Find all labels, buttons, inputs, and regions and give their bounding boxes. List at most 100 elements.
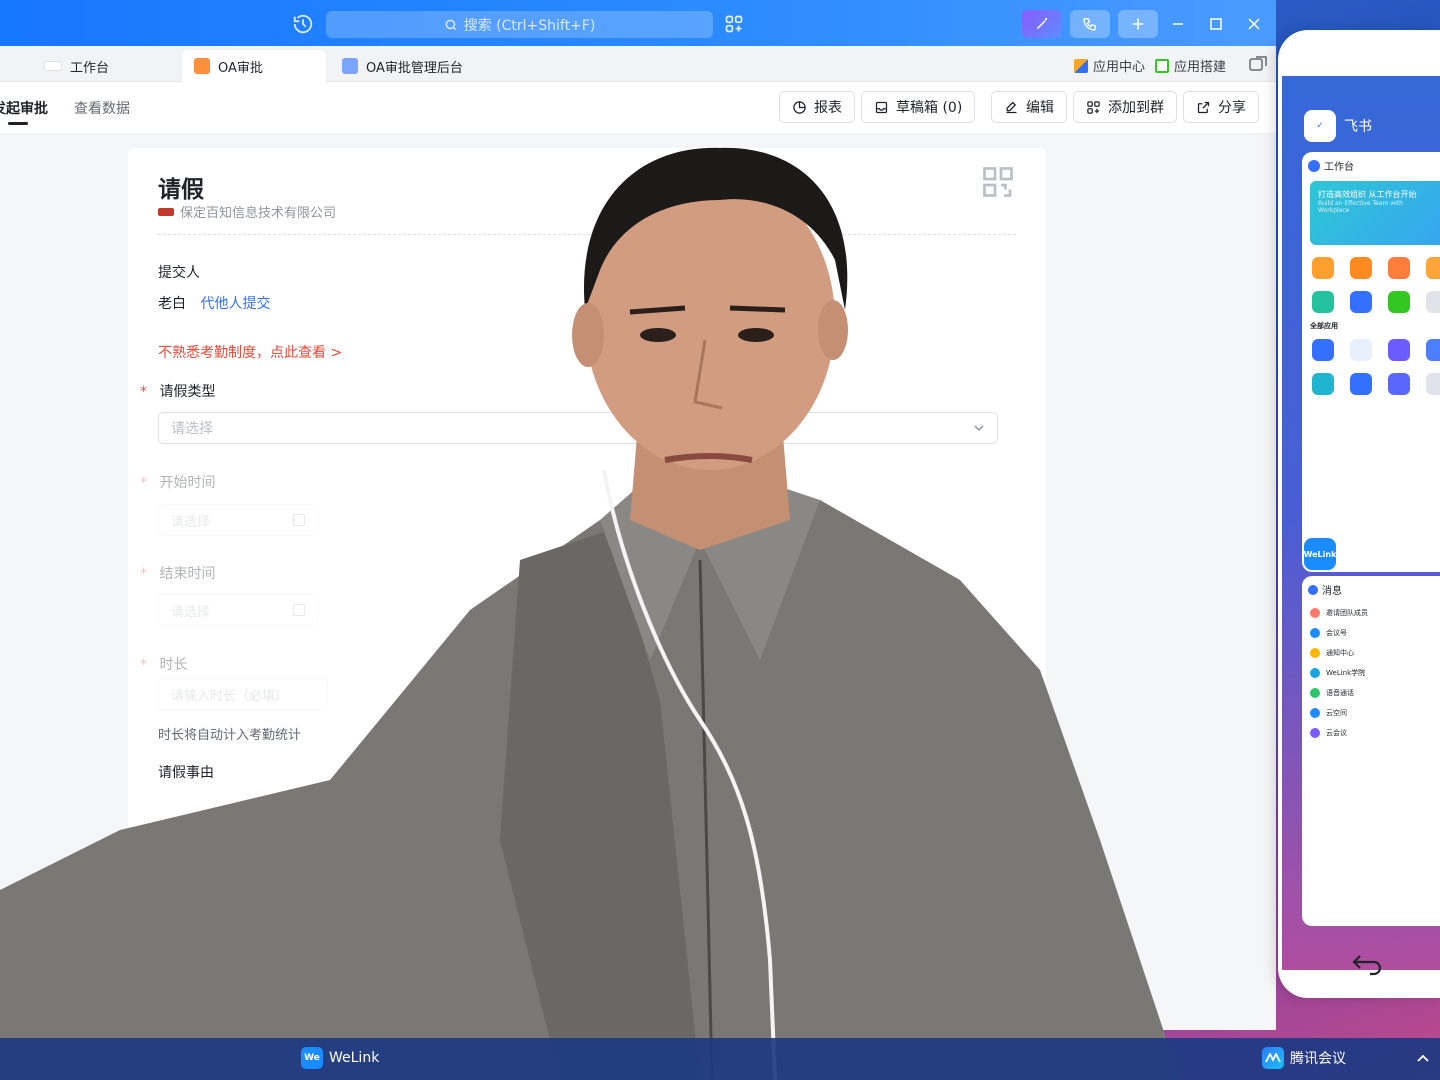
message-avatar bbox=[1310, 688, 1320, 698]
tab-oa-admin[interactable]: OA审批管理后台 bbox=[330, 50, 475, 82]
welink-app-name: WeLink bbox=[1344, 546, 1395, 562]
ai-assistant-button[interactable] bbox=[1022, 10, 1062, 38]
feishu-banner-subtext: Build an Effective Team with Workplace bbox=[1318, 200, 1403, 214]
duration-placeholder: 请输入时长（必填） bbox=[171, 688, 289, 704]
attendance-policy-link[interactable]: 不熟悉考勤制度，点此查看 > bbox=[158, 342, 342, 362]
user-avatar bbox=[1308, 159, 1320, 172]
drafts-label: 草稿箱 (0) bbox=[896, 100, 963, 116]
welink-logo-icon: WeLink bbox=[1304, 538, 1336, 570]
end-time-label-row: * 结束时间 bbox=[140, 563, 215, 583]
app-center-label: 应用中心 bbox=[1093, 60, 1146, 75]
taskbar-welink[interactable]: We WeLink bbox=[301, 1047, 379, 1069]
app-icon bbox=[1312, 257, 1334, 279]
app-icon bbox=[1350, 257, 1372, 279]
tab-workbench[interactable]: 工作台 bbox=[32, 50, 121, 82]
leave-type-select[interactable]: 请选择 bbox=[158, 412, 998, 444]
app-icon bbox=[1388, 373, 1410, 395]
tab-label: OA审批管理后台 bbox=[366, 60, 463, 76]
feishu-banner-text: 打造高效组织 从工作台开始 bbox=[1318, 190, 1417, 199]
global-search-input[interactable]: 搜索 (Ctrl+Shift+F) bbox=[326, 11, 713, 38]
apps-grid-icon[interactable] bbox=[724, 14, 744, 34]
calendar-icon bbox=[293, 514, 305, 526]
maximize-button[interactable] bbox=[1206, 14, 1226, 34]
proxy-submit-link[interactable]: 代他人提交 bbox=[200, 296, 270, 312]
company-logo-icon bbox=[44, 61, 62, 71]
leave-type-placeholder: 请选择 bbox=[171, 421, 213, 437]
nav-initiate-approval[interactable]: 发起审批 bbox=[0, 98, 48, 118]
start-time-label-row: * 开始时间 bbox=[140, 472, 215, 492]
welink-app-preview[interactable]: 消息 邀请团队成员 会议号 通知中心 WeLink学院 语音通话 云空间 云会议 bbox=[1302, 576, 1440, 926]
chart-pie-icon bbox=[793, 100, 806, 114]
form-title: 请假 bbox=[158, 177, 204, 203]
feishu-preview-title-text: 工作台 bbox=[1324, 162, 1354, 173]
history-icon[interactable] bbox=[292, 13, 314, 35]
welink-app-header[interactable]: WeLink WeLink bbox=[1304, 538, 1394, 570]
chevron-down-icon bbox=[974, 425, 984, 432]
reason-label: 请假事由 bbox=[158, 765, 214, 781]
report-button[interactable]: 报表 bbox=[779, 91, 855, 123]
app-center-link[interactable]: 应用中心 bbox=[1074, 56, 1145, 75]
welink-message-item: 云空间 bbox=[1302, 703, 1440, 723]
start-time-picker[interactable]: 请选择 bbox=[158, 504, 318, 536]
admin-app-icon bbox=[342, 58, 358, 74]
nav-view-data[interactable]: 查看数据 bbox=[74, 98, 130, 118]
nav-active-indicator bbox=[8, 122, 28, 125]
qr-code-icon[interactable] bbox=[980, 164, 1016, 200]
back-arrow-icon[interactable] bbox=[1350, 950, 1386, 976]
app-builder-link[interactable]: 应用搭建 bbox=[1155, 56, 1226, 75]
leave-type-label-row: * 请假类型 bbox=[140, 381, 215, 401]
end-time-picker[interactable]: 请选择 bbox=[158, 594, 318, 626]
edit-button[interactable]: 编辑 bbox=[991, 91, 1067, 123]
start-time-label: 开始时间 bbox=[159, 475, 216, 491]
duration-input[interactable]: 请输入时长（必填） bbox=[158, 678, 328, 710]
message-title: 云空间 bbox=[1326, 709, 1347, 717]
submitter-label: 提交人 bbox=[158, 265, 200, 281]
edit-label: 编辑 bbox=[1026, 100, 1054, 116]
minimize-button[interactable] bbox=[1168, 14, 1188, 34]
feishu-app-name: 飞书 bbox=[1344, 119, 1372, 135]
message-title: 会议号 bbox=[1326, 629, 1347, 637]
app-icon bbox=[1426, 257, 1440, 279]
app-icon bbox=[1426, 339, 1440, 361]
taskbar-tencent-meeting[interactable]: 腾讯会议 bbox=[1262, 1047, 1346, 1069]
approval-app-icon bbox=[194, 58, 210, 74]
feishu-app-header[interactable]: ✓ 飞书 bbox=[1304, 110, 1372, 142]
message-avatar bbox=[1310, 728, 1320, 738]
welink-taskbar-icon: We bbox=[301, 1047, 323, 1069]
divider bbox=[158, 234, 1016, 235]
submitter-row: 老白 代他人提交 bbox=[158, 293, 270, 313]
feishu-app-window: 搜索 (Ctrl+Shift+F) 工作台 OA审批 OA审批管理后台 应用中心… bbox=[0, 0, 1276, 1030]
message-title: 云会议 bbox=[1326, 729, 1347, 737]
inbox-icon bbox=[875, 101, 888, 113]
pencil-icon bbox=[1006, 101, 1017, 113]
app-icon bbox=[1312, 339, 1334, 361]
app-icon bbox=[1350, 373, 1372, 395]
app-icon bbox=[1388, 257, 1410, 279]
feishu-logo-icon: ✓ bbox=[1304, 110, 1336, 142]
call-button[interactable] bbox=[1070, 10, 1110, 38]
search-placeholder: 搜索 (Ctrl+Shift+F) bbox=[463, 17, 596, 34]
add-to-group-button[interactable]: 添加到群 bbox=[1073, 91, 1177, 123]
create-button[interactable] bbox=[1118, 10, 1158, 38]
required-mark: * bbox=[140, 566, 147, 582]
app-icon bbox=[1426, 291, 1440, 313]
tab-label: 工作台 bbox=[70, 60, 110, 76]
open-in-window-icon[interactable] bbox=[1249, 56, 1267, 72]
feishu-preview-app-grid-2 bbox=[1302, 333, 1440, 401]
tray-expand-chevron-icon[interactable] bbox=[1416, 1052, 1430, 1066]
required-mark: * bbox=[140, 475, 147, 491]
drafts-button[interactable]: 草稿箱 (0) bbox=[861, 91, 976, 123]
app-center-icon bbox=[1074, 58, 1088, 73]
end-time-placeholder: 请选择 bbox=[171, 604, 211, 620]
share-button[interactable]: 分享 bbox=[1183, 91, 1259, 123]
message-title: WeLink学院 bbox=[1326, 669, 1366, 677]
feishu-app-preview[interactable]: 工作台 打造高效组织 从工作台开始 Build an Effective Tea… bbox=[1302, 152, 1440, 572]
company-logo-icon bbox=[158, 207, 174, 216]
app-icon bbox=[1426, 373, 1440, 395]
close-button[interactable] bbox=[1244, 14, 1264, 34]
tencent-meeting-icon bbox=[1262, 1047, 1284, 1069]
taskbar-tencent-meeting-label: 腾讯会议 bbox=[1290, 1051, 1346, 1067]
tab-oa-approval[interactable]: OA审批 bbox=[182, 50, 326, 82]
message-avatar bbox=[1310, 648, 1320, 658]
system-taskbar bbox=[0, 1038, 1440, 1080]
